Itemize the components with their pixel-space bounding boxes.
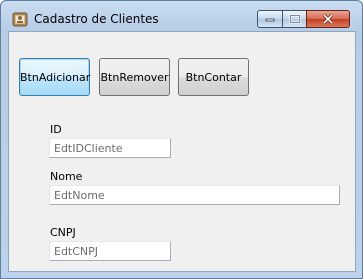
name-label: Nome bbox=[50, 170, 83, 183]
app-icon[interactable] bbox=[12, 11, 28, 27]
close-button[interactable] bbox=[306, 10, 350, 28]
window-title: Cadastro de Clientes bbox=[34, 12, 159, 26]
minimize-button[interactable] bbox=[257, 10, 283, 28]
remove-button[interactable]: BtnRemover bbox=[99, 58, 170, 96]
minimize-icon bbox=[265, 18, 275, 22]
count-button[interactable]: BtnContar bbox=[178, 58, 249, 96]
maximize-icon bbox=[289, 14, 300, 24]
cnpj-field[interactable] bbox=[49, 241, 171, 261]
title-bar[interactable]: Cadastro de Clientes bbox=[1, 1, 362, 31]
id-field[interactable] bbox=[49, 138, 171, 158]
cnpj-label: CNPJ bbox=[50, 226, 76, 239]
caption-buttons bbox=[257, 10, 350, 28]
add-button[interactable]: BtnAdicionar bbox=[19, 58, 90, 96]
app-window: Cadastro de Clientes BtnAdicionar BtnRem… bbox=[0, 0, 363, 279]
form-client-area: BtnAdicionar BtnRemover BtnContar ID Nom… bbox=[8, 31, 356, 272]
maximize-button[interactable] bbox=[283, 10, 306, 28]
close-icon bbox=[322, 14, 334, 24]
name-field[interactable] bbox=[49, 185, 340, 205]
id-label: ID bbox=[50, 123, 62, 136]
